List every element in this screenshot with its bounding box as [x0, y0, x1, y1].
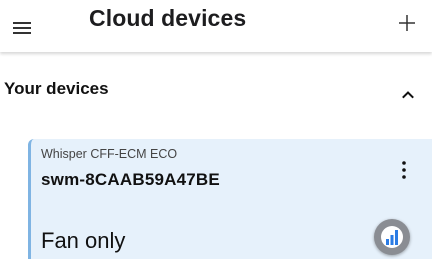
- chevron-up-icon: [402, 91, 414, 99]
- menu-button[interactable]: [9, 14, 35, 40]
- more-vert-icon: [402, 161, 406, 179]
- collapse-section-button[interactable]: [400, 86, 416, 102]
- device-mode: Fan only: [41, 228, 126, 253]
- app-bar: Cloud devices: [0, 0, 432, 52]
- signal-bars-icon: [381, 226, 403, 248]
- device-menu-button[interactable]: [398, 159, 410, 181]
- signal-status-button[interactable]: [374, 219, 410, 255]
- device-card[interactable]: Whisper CFF-ECM ECO swm-8CAAB59A47BE Fan…: [28, 139, 432, 259]
- section-title: Your devices: [4, 79, 109, 98]
- devices-section-header: Your devices: [0, 70, 432, 110]
- plus-icon: [399, 15, 415, 31]
- device-model: Whisper CFF-ECM ECO: [41, 147, 178, 161]
- page-title: Cloud devices: [89, 5, 247, 31]
- device-id: swm-8CAAB59A47BE: [41, 170, 220, 189]
- hamburger-menu-icon: [13, 22, 31, 34]
- add-device-button[interactable]: [394, 10, 420, 36]
